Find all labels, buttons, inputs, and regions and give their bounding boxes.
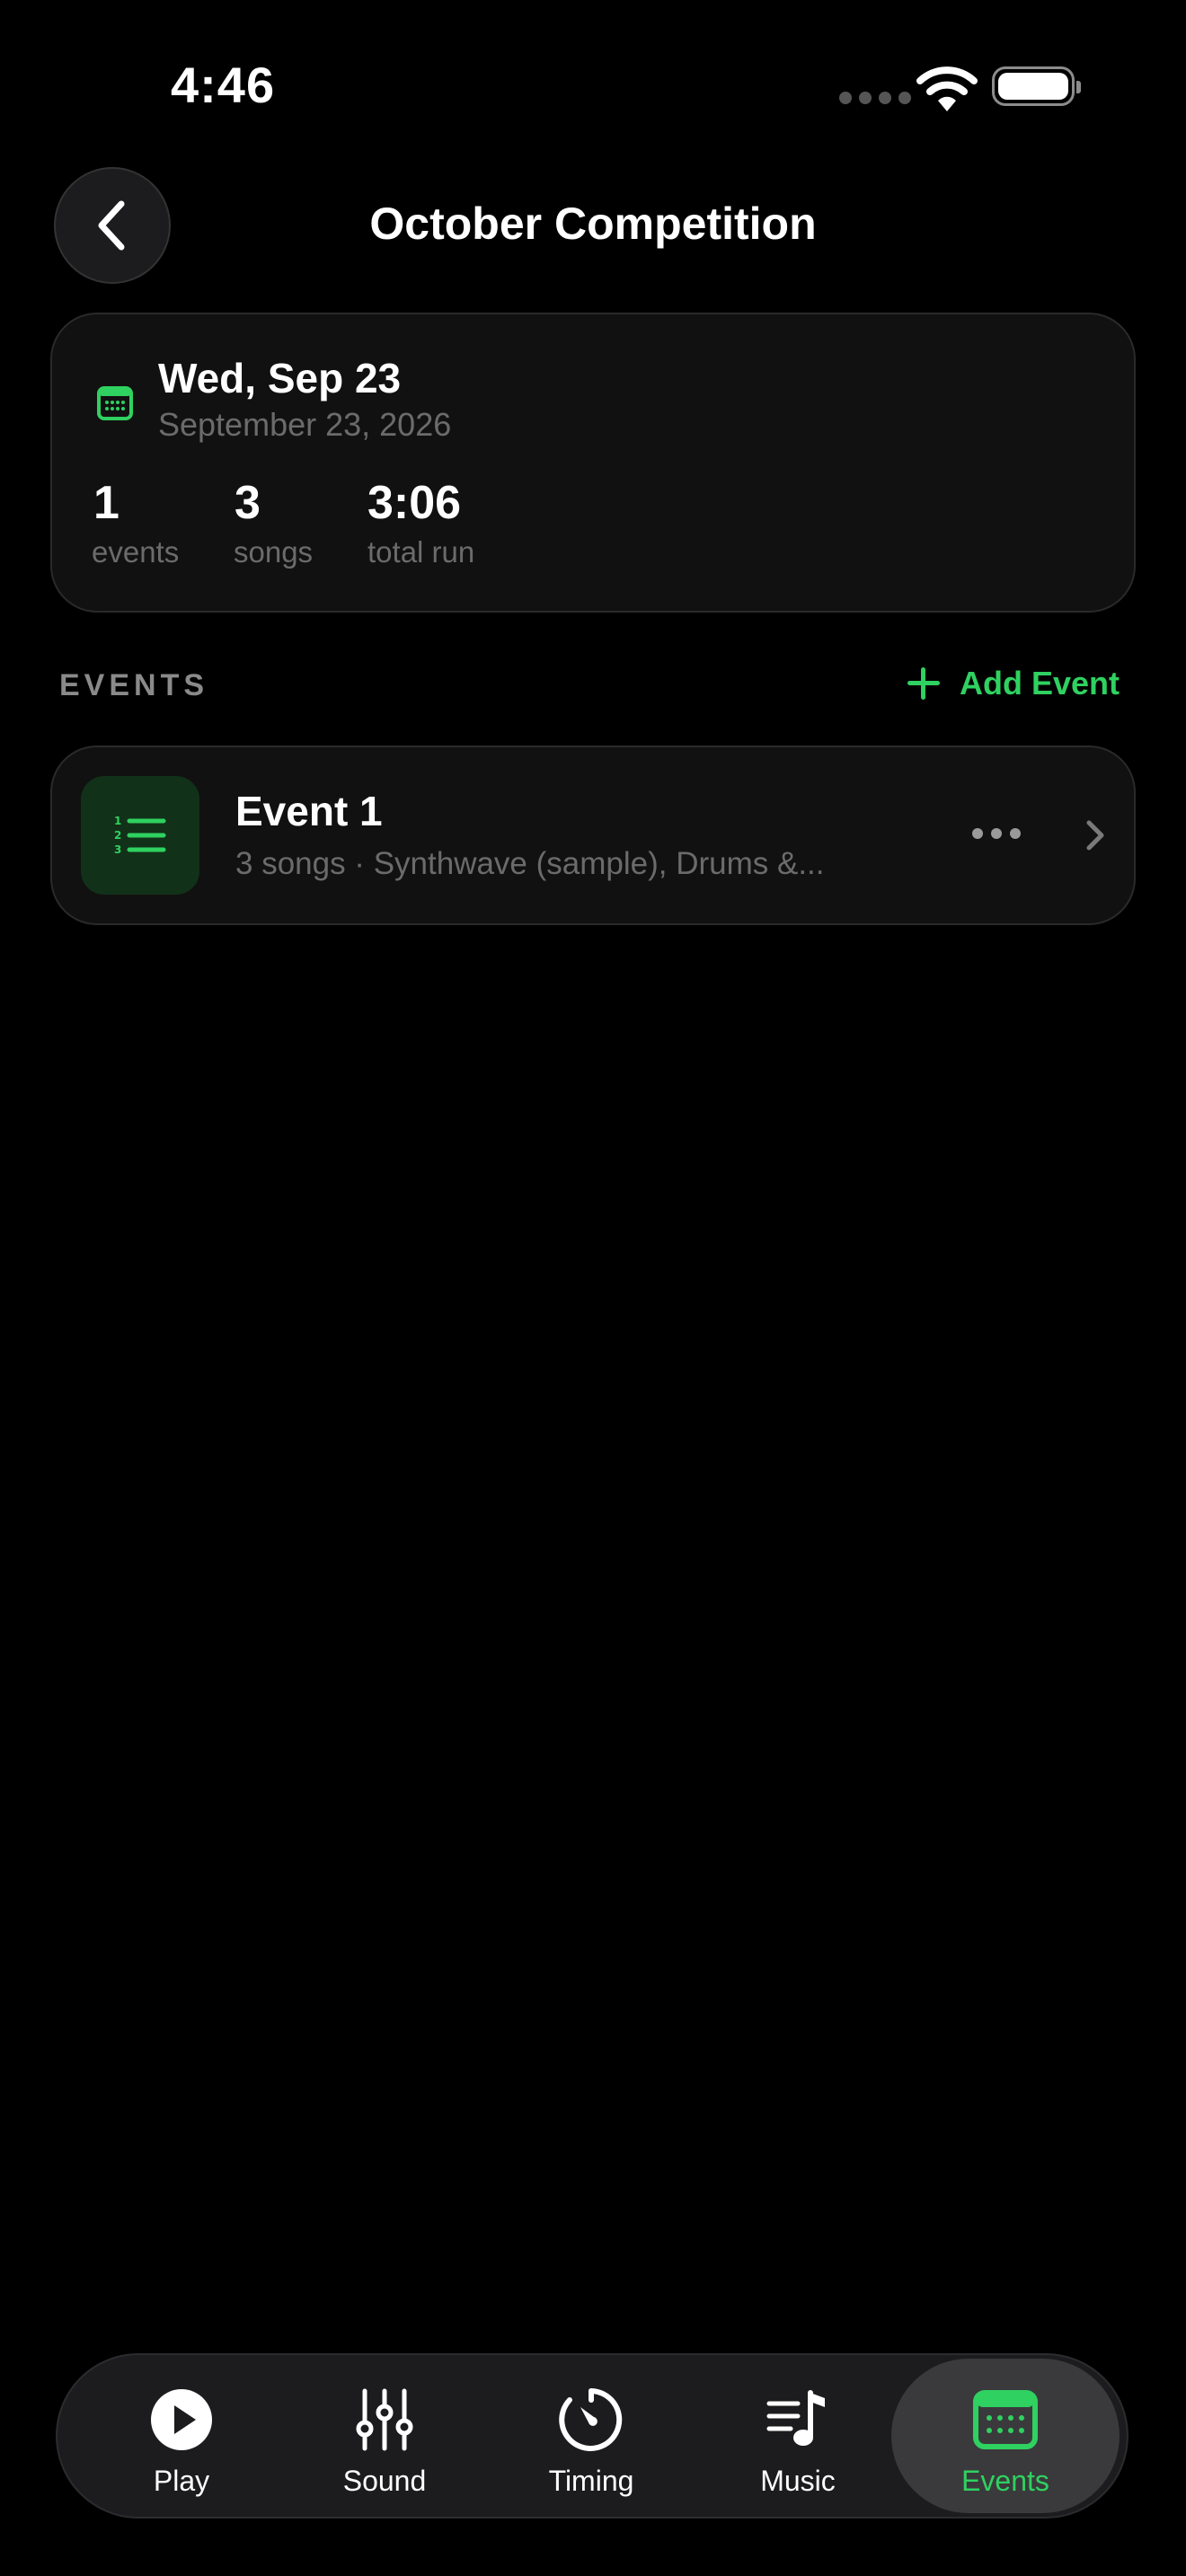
- event-subtitle: 3 songs · Synthwave (sample), Drums &...: [235, 846, 825, 881]
- stat-songs-count: 3: [235, 477, 261, 529]
- sliders-icon: [356, 2388, 413, 2451]
- svg-text:3: 3: [114, 843, 121, 856]
- stat-events-label: events: [92, 535, 180, 569]
- events-section-title: EVENTS: [59, 668, 209, 702]
- page-title: October Competition: [369, 198, 817, 249]
- tab-timing[interactable]: Timing: [492, 2359, 690, 2513]
- calendar-icon: [973, 2390, 1038, 2449]
- stat-total-run-label: total run: [367, 535, 475, 569]
- battery-icon: [992, 66, 1081, 106]
- play-icon: [151, 2389, 212, 2450]
- event-date: Wed, Sep 23: [158, 355, 402, 401]
- plus-icon: [907, 667, 940, 700]
- cellular-signal-icon: [839, 92, 911, 104]
- stat-total-run-value: 3:06: [367, 477, 462, 529]
- calendar-icon: [97, 386, 133, 420]
- event-title: Event 1: [235, 788, 383, 834]
- numbered-list-icon: 1 23: [114, 815, 166, 856]
- chevron-right-icon: [1086, 820, 1104, 851]
- tab-play[interactable]: Play: [83, 2359, 280, 2513]
- status-time: 4:46: [171, 57, 276, 113]
- wifi-icon: [916, 66, 978, 111]
- tab-music-label: Music: [760, 2465, 836, 2497]
- tab-timing-label: Timing: [548, 2465, 634, 2497]
- event-date-full: September 23, 2026: [158, 406, 452, 443]
- tab-events-label: Events: [961, 2465, 1049, 2497]
- event-list-icon-tile: 1 23: [81, 776, 199, 895]
- svg-text:2: 2: [114, 829, 121, 842]
- tab-events[interactable]: Events: [891, 2359, 1120, 2513]
- stat-songs-label: songs: [234, 535, 314, 569]
- tab-play-label: Play: [153, 2465, 210, 2497]
- tab-sound-label: Sound: [342, 2465, 427, 2497]
- music-list-icon: [766, 2390, 825, 2446]
- more-options-button[interactable]: [972, 828, 1021, 839]
- timer-icon: [559, 2388, 623, 2451]
- ellipsis-icon: [972, 828, 983, 839]
- add-event-label: Add Event: [960, 665, 1120, 701]
- tab-music[interactable]: Music: [699, 2359, 897, 2513]
- tab-sound[interactable]: Sound: [286, 2359, 483, 2513]
- svg-text:1: 1: [114, 815, 121, 827]
- stat-events-count: 1: [93, 477, 119, 529]
- add-event-button[interactable]: Add Event: [907, 665, 1120, 702]
